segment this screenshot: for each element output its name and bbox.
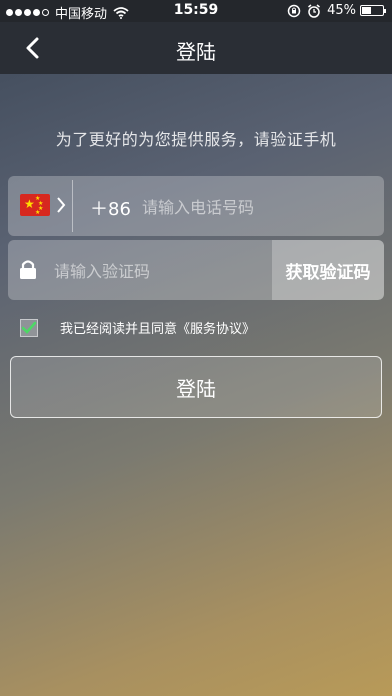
verification-code-input[interactable] xyxy=(52,254,276,288)
status-time: 15:59 xyxy=(173,2,219,18)
battery-icon xyxy=(360,5,386,16)
page-title: 登陆 xyxy=(176,40,216,64)
verification-hint: 为了更好的为您提供服务，请验证手机 xyxy=(55,130,337,149)
alarm-icon xyxy=(308,3,321,18)
chevron-right-icon[interactable] xyxy=(56,195,66,215)
status-bar: 中国移动 15:59 45% xyxy=(0,0,392,22)
navigation-bar: 登陆 xyxy=(0,22,392,74)
agreement-checkbox[interactable] xyxy=(20,318,38,337)
divider xyxy=(72,180,73,232)
get-code-button[interactable]: 获取验证码 xyxy=(272,240,384,300)
phone-number-input[interactable] xyxy=(140,190,374,224)
lock-icon xyxy=(20,260,36,279)
agreement-row: 我已经阅读并且同意《服务协议》 xyxy=(20,318,255,337)
china-flag-icon[interactable]: ★ ★ ★ ★ ★ xyxy=(20,194,50,216)
rotation-lock-icon xyxy=(287,4,301,17)
checkmark-icon xyxy=(21,321,37,334)
code-input-row: 获取验证码 xyxy=(8,240,384,300)
country-code: ＋86 xyxy=(90,199,131,220)
phone-input-row: ★ ★ ★ ★ ★ ＋86 xyxy=(8,176,384,236)
login-button[interactable]: 登陆 xyxy=(10,356,382,418)
battery-percent: 45% xyxy=(327,3,356,18)
agreement-text[interactable]: 我已经阅读并且同意《服务协议》 xyxy=(60,318,255,337)
